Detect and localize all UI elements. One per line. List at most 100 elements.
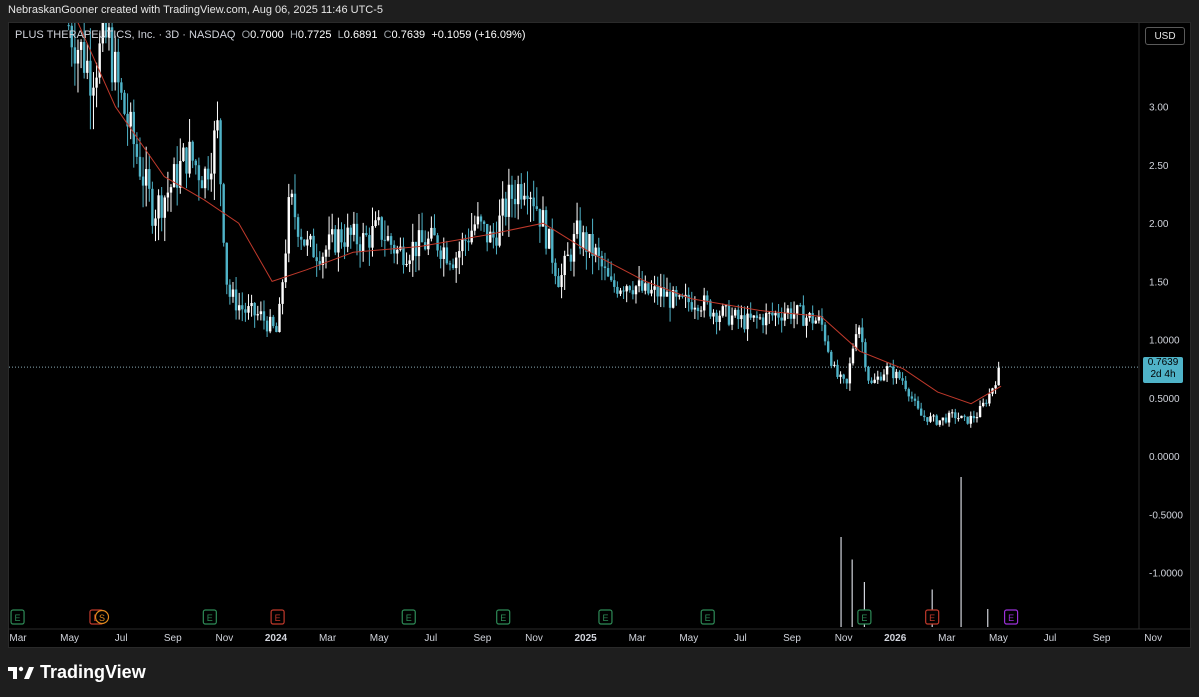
- bar-countdown: 2d 4h: [1150, 369, 1176, 380]
- candle-body: [414, 241, 418, 257]
- candle-body: [839, 374, 842, 377]
- event-marker-label: E: [207, 613, 213, 623]
- x-tick-label: Nov: [1144, 633, 1162, 644]
- candle-body: [306, 239, 309, 246]
- candle-body: [718, 315, 721, 323]
- candle-body: [210, 173, 213, 180]
- candle-body: [817, 316, 821, 321]
- candle-body: [653, 286, 656, 290]
- event-marker[interactable]: E: [925, 609, 940, 625]
- event-marker-label: E: [929, 613, 935, 623]
- candle-body: [169, 187, 173, 193]
- candle-body: [451, 264, 455, 269]
- x-tick-label: 2026: [884, 633, 907, 644]
- candle-body: [845, 378, 848, 384]
- event-marker[interactable]: E: [401, 609, 416, 625]
- x-tick-label: Jul: [734, 633, 747, 644]
- candle-body: [473, 224, 476, 231]
- candle-body: [241, 305, 244, 310]
- candle-body: [138, 156, 142, 177]
- event-marker-label: E: [1008, 613, 1014, 623]
- candle-body: [616, 286, 619, 294]
- candle-body: [724, 305, 728, 307]
- candle-body: [764, 313, 768, 326]
- event-marker-label: E: [500, 613, 506, 623]
- chart-frame[interactable]: 3.00 2.50 2.00 1.50 1.0000 0.5000 0.0000 -0.500…: [8, 22, 1192, 649]
- tradingview-logo-icon: [8, 666, 34, 679]
- created-by-text: NebraskanGooner created with TradingView…: [8, 4, 384, 16]
- x-tick-label: 2024: [265, 633, 288, 644]
- event-marker[interactable]: E: [598, 609, 613, 625]
- event-marker-label: E: [15, 613, 21, 623]
- candle-body: [129, 111, 132, 127]
- candle-body: [650, 289, 653, 294]
- y-tick-label: -0.5000: [1149, 510, 1183, 521]
- candle-body: [975, 417, 979, 419]
- candle-body: [442, 247, 445, 259]
- candle-body: [823, 324, 827, 342]
- candle-body: [588, 234, 591, 253]
- last-price-value: 0.7639: [1147, 357, 1179, 368]
- candle-body: [154, 218, 157, 226]
- candle-body: [383, 239, 387, 241]
- candle-body: [749, 313, 752, 318]
- candle-body: [895, 371, 898, 379]
- price-chart[interactable]: 3.00 2.50 2.00 1.50 1.0000 0.5000 0.0000 -0.500…: [9, 23, 1192, 649]
- event-marker[interactable]: E: [700, 609, 715, 625]
- candle-body: [191, 141, 194, 161]
- event-marker[interactable]: E: [10, 609, 25, 625]
- candle-body: [182, 147, 185, 162]
- candle-body: [259, 311, 263, 315]
- event-marker[interactable]: E: [270, 609, 285, 625]
- candle-body: [854, 334, 858, 349]
- candle-body: [188, 141, 191, 174]
- candle-body: [312, 235, 315, 258]
- candle-body: [144, 169, 148, 186]
- candle-body: [687, 294, 690, 303]
- event-marker[interactable]: E: [496, 609, 511, 625]
- candle-body: [337, 229, 340, 253]
- candle-body: [368, 235, 371, 248]
- candle-body: [972, 415, 976, 419]
- candle-body: [851, 348, 855, 364]
- candle-body: [913, 398, 917, 401]
- event-marker[interactable]: E: [857, 609, 872, 625]
- candle-body: [120, 82, 123, 93]
- candle-body: [529, 197, 532, 199]
- candle-body: [265, 320, 269, 332]
- candle-body: [857, 327, 861, 335]
- event-marker-label: E: [705, 613, 711, 623]
- candle-body: [702, 295, 706, 311]
- event-marker[interactable]: S: [94, 609, 110, 625]
- x-tick-label: Nov: [835, 633, 853, 644]
- y-tick-label: 0.0000: [1149, 452, 1180, 463]
- event-marker[interactable]: E: [1003, 609, 1019, 625]
- candle-body: [262, 311, 266, 321]
- x-tick-label: May: [60, 633, 79, 644]
- currency-button[interactable]: USD: [1145, 27, 1185, 45]
- candle-body: [417, 230, 421, 257]
- high-value: 0.7725: [297, 29, 332, 41]
- candle-body: [876, 376, 879, 380]
- candle-body: [123, 92, 126, 114]
- candle-body: [445, 247, 449, 264]
- candle-body: [861, 327, 864, 343]
- event-marker[interactable]: E: [202, 609, 217, 625]
- event-marker-label: E: [406, 613, 412, 623]
- x-tick-label: Sep: [164, 633, 182, 644]
- candle-body: [225, 242, 228, 285]
- candle-body: [755, 315, 759, 319]
- candle-body: [575, 220, 579, 235]
- candle-body: [275, 326, 278, 333]
- candle-body: [358, 244, 362, 252]
- candle-body: [504, 198, 507, 217]
- candle-body: [290, 193, 294, 198]
- candle-body: [95, 77, 98, 88]
- candle-body: [507, 184, 511, 217]
- candle-body: [281, 282, 284, 304]
- candle-body: [690, 302, 693, 310]
- candle-body: [172, 164, 176, 188]
- candle-body: [213, 130, 216, 174]
- candle-body: [479, 216, 483, 222]
- candle-body: [396, 249, 399, 254]
